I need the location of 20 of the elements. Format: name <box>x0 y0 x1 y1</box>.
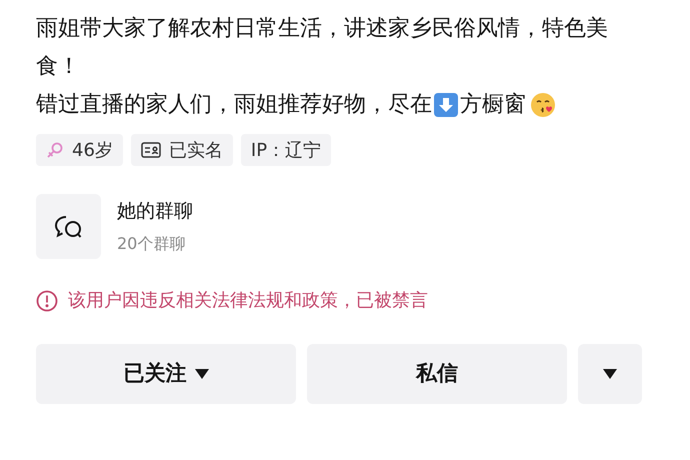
group-chat-title: 她的群聊 <box>117 199 193 224</box>
caret-icon <box>603 369 617 379</box>
message-button[interactable]: 私信 <box>307 344 567 404</box>
bio-text: 雨姐带大家了解农村日常生活，讲述家乡民俗风情，特色美食！ <box>36 15 609 81</box>
profile-tag: 46岁 <box>36 134 123 166</box>
bio-text: 错过直播的家人们，雨姐推荐好物，尽在 <box>36 91 432 119</box>
ban-notice: 该用户因违反相关法律法规和政策，已被禁言 <box>68 289 428 313</box>
kissing-face-icon <box>530 92 556 118</box>
follow-button[interactable]: 已关注 <box>36 344 296 404</box>
more-button[interactable] <box>578 344 642 404</box>
group-chat-count: 20个群聊 <box>117 232 186 255</box>
bio-text: 方橱窗 <box>460 91 526 119</box>
profile-tag: IP：辽宁 <box>240 134 332 166</box>
warning-icon <box>36 290 58 312</box>
chat-bubbles-icon <box>54 214 84 240</box>
group-chat-entry[interactable]: 她的群聊 20个群聊 <box>36 194 654 259</box>
id-card-icon <box>140 142 161 158</box>
caret-icon <box>194 369 208 379</box>
female-icon <box>46 141 64 159</box>
profile-tag: 已实名 <box>130 134 233 166</box>
